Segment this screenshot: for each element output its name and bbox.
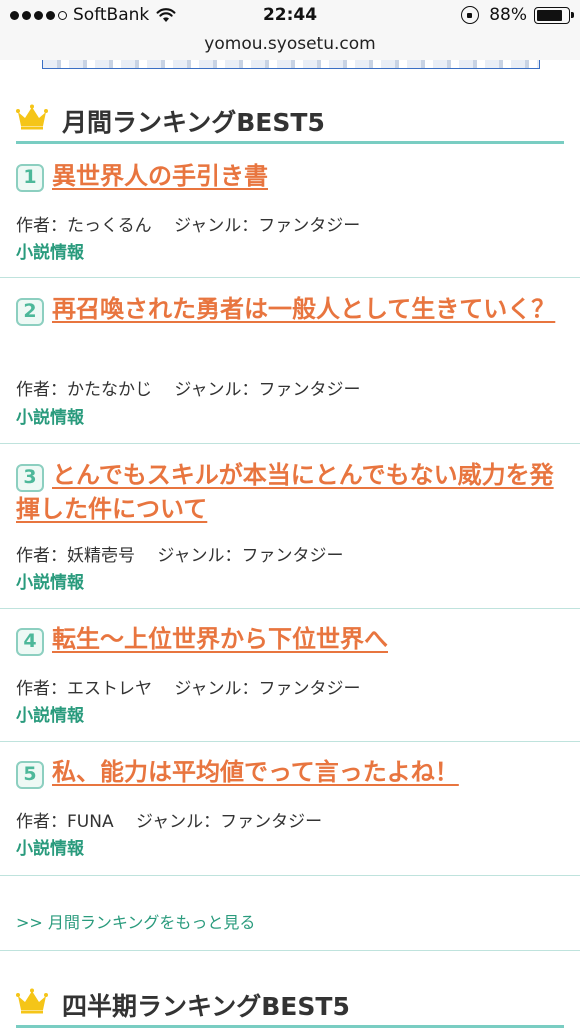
- crown-icon: [16, 104, 48, 130]
- author-genre: 作者：FUNA ジャンル：ファンタジー: [16, 812, 323, 832]
- crown-icon: [16, 988, 48, 1014]
- section-header-monthly: 月間ランキングBEST5: [16, 98, 564, 144]
- novel-info-link[interactable]: 小説情報: [16, 568, 84, 593]
- status-bar: SoftBank 22:44 88%: [0, 0, 580, 32]
- section-header-quarterly: 四半期ランキングBEST5: [16, 982, 564, 1028]
- author-genre: 作者：エストレヤ ジャンル：ファンタジー: [16, 679, 361, 699]
- ranking-item-3: 3 とんでもスキルが本当にとんでもない威力を発揮した件について 作者：妖精壱号 …: [0, 444, 580, 609]
- more-ranking-link[interactable]: >> 月間ランキングをもっと見る: [16, 909, 255, 933]
- novel-info-link[interactable]: 小説情報: [16, 701, 84, 726]
- novel-info-link[interactable]: 小説情報: [16, 238, 84, 263]
- battery-percent: 88%: [489, 5, 527, 25]
- novel-title-link[interactable]: 私、能力は平均値でって言ったよね！: [16, 755, 564, 789]
- novel-info-link[interactable]: 小説情報: [16, 834, 84, 859]
- section-title: 月間ランキングBEST5: [62, 108, 325, 137]
- novel-info-link[interactable]: 小説情報: [16, 403, 84, 428]
- ranking-item-5: 5 私、能力は平均値でって言ったよね！ 作者：FUNA ジャンル：ファンタジー …: [0, 742, 580, 876]
- ranking-item-2: 2 再召喚された勇者は一般人として生きていく？ 作者：かたなかじ ジャンル：ファ…: [0, 278, 580, 444]
- novel-title-link[interactable]: とんでもスキルが本当にとんでもない威力を発揮した件について: [16, 458, 564, 526]
- address-bar[interactable]: yomou.syosetu.com: [0, 32, 580, 60]
- rotation-lock-icon: [461, 6, 480, 24]
- author-genre: 作者：たっくるん ジャンル：ファンタジー: [16, 216, 361, 236]
- novel-title-link[interactable]: 再召喚された勇者は一般人として生きていく？: [16, 292, 564, 326]
- status-right: 88%: [461, 5, 574, 25]
- section-title: 四半期ランキングBEST5: [62, 992, 350, 1021]
- novel-title-link[interactable]: 異世界人の手引き書: [16, 159, 564, 193]
- ranking-item-4: 4 転生～上位世界から下位世界へ 作者：エストレヤ ジャンル：ファンタジー 小説…: [0, 609, 580, 742]
- ranking-item-1: 1 異世界人の手引き書 作者：たっくるん ジャンル：ファンタジー 小説情報: [0, 146, 580, 278]
- author-genre: 作者：かたなかじ ジャンル：ファンタジー: [16, 380, 361, 400]
- divider: [0, 950, 580, 951]
- author-genre: 作者：妖精壱号 ジャンル：ファンタジー: [16, 546, 344, 566]
- banner-image[interactable]: [42, 60, 540, 69]
- battery-icon: [534, 6, 574, 24]
- novel-title-link[interactable]: 転生～上位世界から下位世界へ: [16, 622, 564, 656]
